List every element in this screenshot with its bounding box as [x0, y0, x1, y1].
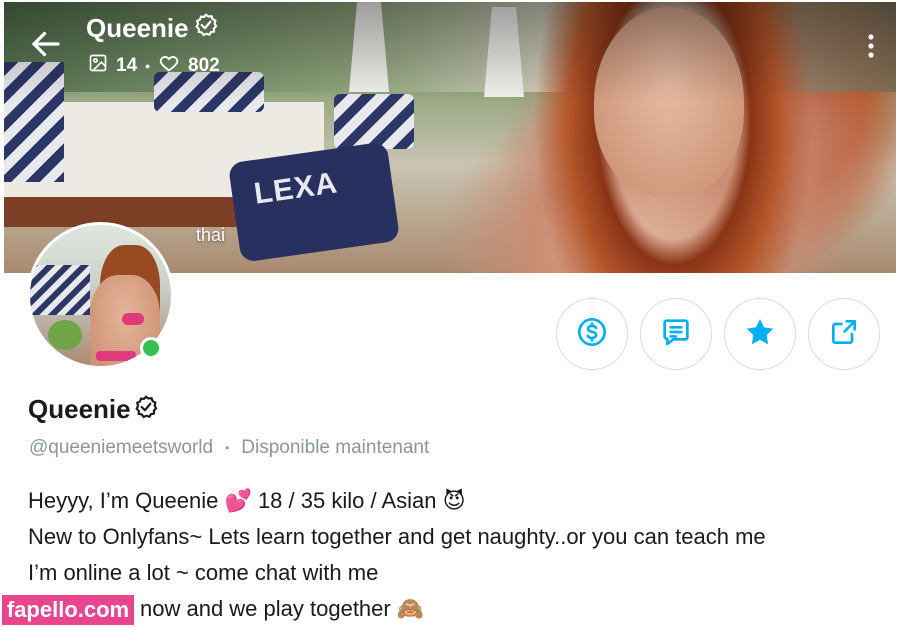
availability-status: Disponible maintenant: [241, 437, 430, 458]
verified-icon: [133, 394, 159, 425]
profile-name: Queenie: [28, 394, 131, 424]
share-button[interactable]: [808, 298, 880, 370]
likes-count: 802: [188, 55, 220, 76]
bio-line: New to Onlyfans~ Lets learn together and…: [28, 524, 766, 549]
stats-separator: •: [145, 58, 151, 74]
profile-name-row: Queenie: [28, 394, 159, 425]
bio-line: Heyyy, I’m Queenie 💕 18 / 35 kilo / Asia…: [28, 488, 466, 513]
header-stats: 14 • 802: [88, 52, 220, 80]
header-name: Queenie: [86, 13, 189, 43]
verified-icon: [193, 12, 219, 45]
profile-handle-row: @queeniemeetsworld • Disponible maintena…: [29, 437, 429, 459]
bio-line: now and we play together 🙈: [140, 596, 425, 621]
cover-tag: thai: [196, 225, 226, 245]
heart-icon: [158, 52, 180, 80]
profile-bio: Heyyy, I’m Queenie 💕 18 / 35 kilo / Asia…: [28, 483, 766, 627]
message-icon: [660, 316, 692, 353]
back-arrow-icon[interactable]: [28, 26, 64, 62]
dollar-circle-icon: [576, 316, 608, 353]
image-icon: [88, 53, 108, 79]
favorite-button[interactable]: [724, 298, 796, 370]
more-options-icon[interactable]: [862, 32, 880, 60]
handle-separator: •: [225, 441, 230, 455]
message-button[interactable]: [640, 298, 712, 370]
header-title: Queenie: [86, 12, 219, 45]
star-icon: [743, 315, 777, 354]
profile-handle[interactable]: @queeniemeetsworld: [29, 437, 213, 459]
media-count: 14: [116, 55, 138, 76]
share-icon: [828, 316, 860, 353]
bio-line: I’m online a lot ~ come chat with me: [28, 560, 379, 585]
watermark: fapello.com: [2, 595, 134, 625]
tip-button[interactable]: [556, 298, 628, 370]
online-indicator: [140, 337, 162, 359]
